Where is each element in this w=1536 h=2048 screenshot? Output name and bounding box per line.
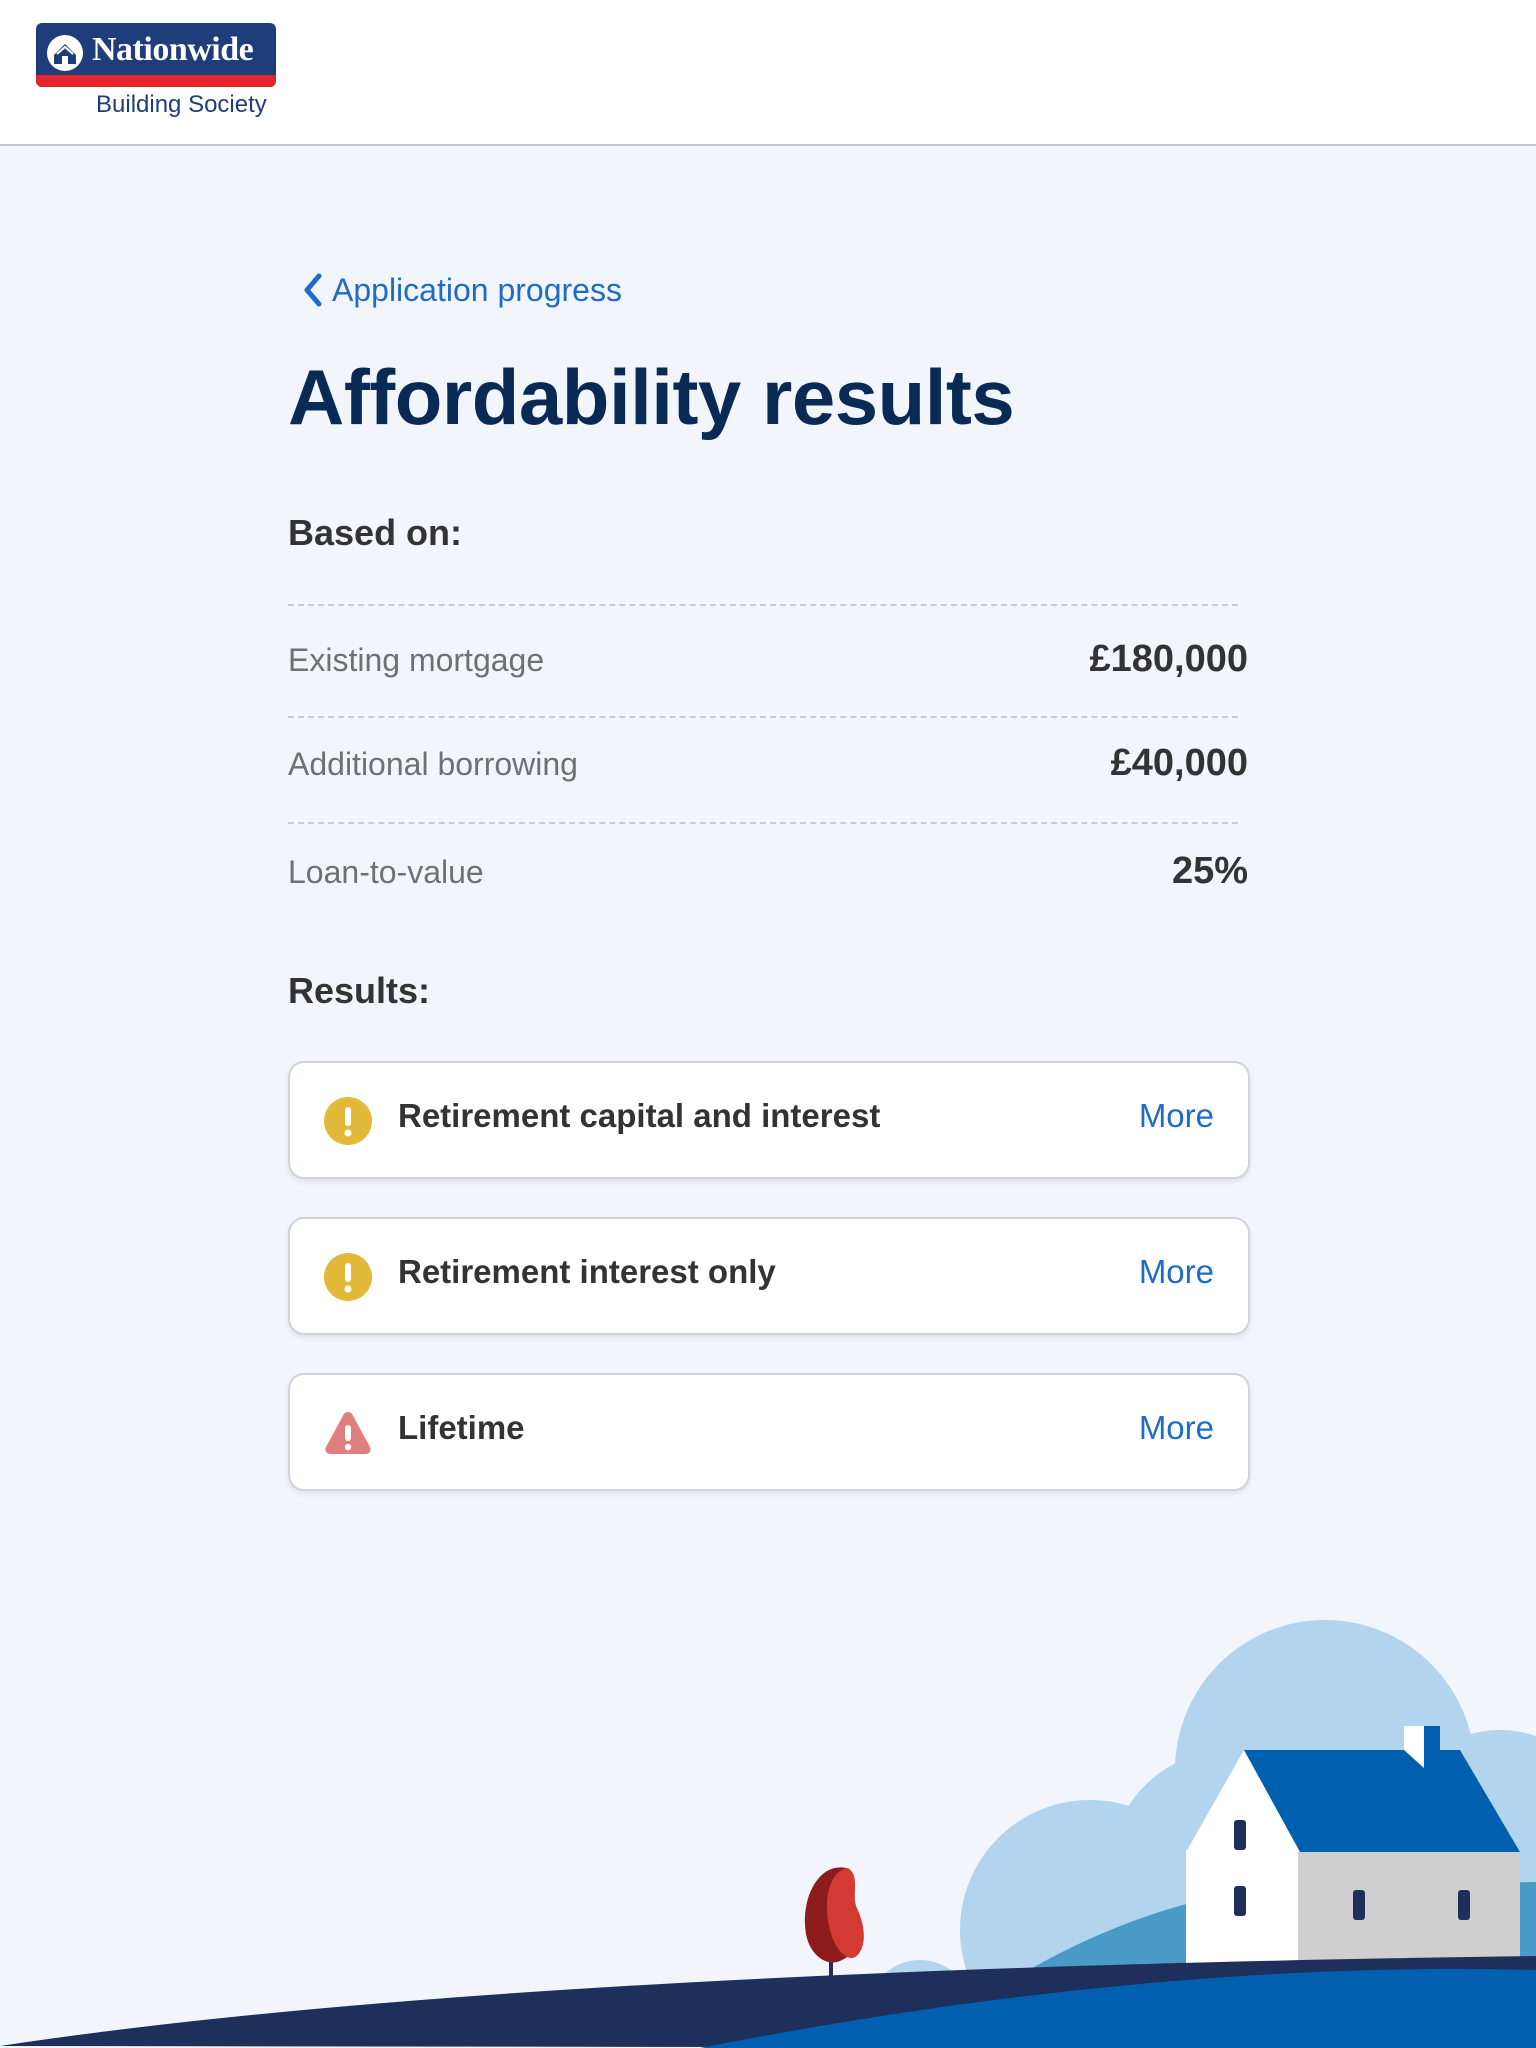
chevron-left-icon [304,273,322,307]
existing-mortgage-value: £180,000 [1089,638,1249,680]
logo-name: Nationwide [92,31,254,68]
result-card-retirement-capital-interest[interactable]: Retirement capital and interest More [288,1061,1250,1179]
loan-to-value-label: Loan-to-value [288,854,484,890]
logo-red-strip [36,75,276,87]
site-header: Nationwide Building Society [0,0,1536,146]
result-title: Retirement capital and interest [398,1097,881,1134]
more-link[interactable]: More [1139,1253,1214,1291]
warning-circle-icon [324,1097,372,1145]
based-on-heading: Based on: [288,512,463,553]
divider [288,822,1238,824]
divider [288,604,1238,606]
house-landscape-illustration [0,1620,1536,2048]
result-card-lifetime[interactable]: Lifetime More [288,1373,1250,1491]
warning-circle-icon [324,1253,372,1301]
logo-subtitle: Building Society [96,91,267,118]
back-link-application-progress[interactable]: Application progress [302,268,622,312]
back-link-label: Application progress [332,271,622,308]
page-title: Affordability results [288,353,1015,441]
more-link[interactable]: More [1139,1097,1214,1135]
divider [288,716,1238,718]
logo-badge: Nationwide [36,23,276,87]
additional-borrowing-label: Additional borrowing [288,746,578,782]
more-link[interactable]: More [1139,1409,1214,1447]
nationwide-logo[interactable]: Nationwide Building Society [36,23,276,123]
result-title: Lifetime [398,1409,525,1446]
result-title: Retirement interest only [398,1253,776,1290]
loan-to-value-value: 25% [1171,850,1248,892]
additional-borrowing-value: £40,000 [1110,742,1248,784]
house-logo-icon [47,35,83,71]
results-heading: Results: [288,970,431,1011]
alert-triangle-icon [325,1412,371,1454]
result-card-retirement-interest-only[interactable]: Retirement interest only More [288,1217,1250,1335]
existing-mortgage-label: Existing mortgage [288,642,545,678]
